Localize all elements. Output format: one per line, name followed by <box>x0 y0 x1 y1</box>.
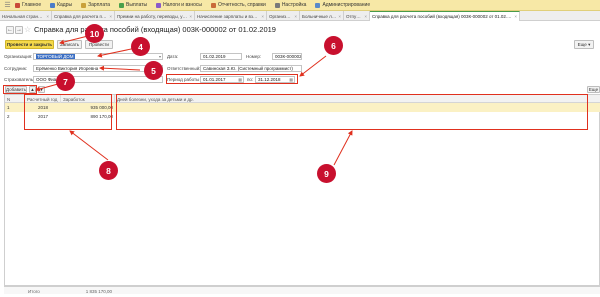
menu-item-icon <box>15 2 20 8</box>
page-title: Справка для расчета пособий (входящая) 0… <box>34 25 276 34</box>
earnings-columns-highlight-box <box>24 94 112 130</box>
annotation-badge-7: 7 <box>56 72 75 91</box>
tab[interactable]: Премии на работу, переводы, увольнения× <box>115 11 195 21</box>
annotation-badge-9: 9 <box>317 164 336 183</box>
menu-item-label: Кадры <box>57 2 73 8</box>
close-icon[interactable]: × <box>109 14 112 19</box>
add-button-highlight-box <box>3 85 37 94</box>
tab[interactable]: Больничные листы× <box>300 11 344 21</box>
tab[interactable]: Отпуска × <box>344 11 370 21</box>
tab[interactable]: Начальная страница × <box>0 11 52 21</box>
tab[interactable]: Начисление зарплаты и взносов × <box>195 11 267 21</box>
tab-label: Начальная страница <box>2 13 45 19</box>
table-more-button[interactable]: Еще <box>587 86 600 93</box>
tab-label: Справка для расчета пособий <box>54 13 107 19</box>
menu-item-icon <box>156 2 162 8</box>
menu-item-label: Отчетность, справки <box>218 2 266 8</box>
move-down-icon[interactable]: ▼ <box>38 86 45 93</box>
menu-item-label: Главное <box>22 2 42 8</box>
organization-label: Организация: <box>4 54 33 59</box>
close-icon[interactable]: × <box>338 14 341 19</box>
insurer-field[interactable]: ООО Фиалка <box>33 76 163 83</box>
more-label: Еще <box>577 42 587 47</box>
annotation-badge-8: 8 <box>99 161 118 180</box>
menu-item[interactable]: Зарплата <box>81 2 110 8</box>
menu-item[interactable]: Кадры <box>50 2 72 8</box>
menu-item-icon <box>119 2 125 8</box>
tab-label: Отпуска <box>346 13 363 19</box>
menu-grid-icon[interactable]: ☰ <box>3 1 12 10</box>
post-and-close-button[interactable]: Провести и закрыть <box>5 40 54 49</box>
annotation-badge-5: 5 <box>144 61 163 80</box>
menu-item[interactable]: Налоги и взносы <box>156 2 202 8</box>
tab-label: Организация <box>269 13 292 19</box>
close-icon[interactable]: × <box>261 14 264 19</box>
close-icon[interactable]: × <box>189 14 192 19</box>
date-label: Дата: <box>167 54 179 59</box>
close-icon[interactable]: × <box>364 14 367 19</box>
favorite-star-icon[interactable]: ☆ <box>24 25 31 34</box>
menu-item-label: Выплаты <box>126 2 148 8</box>
tab[interactable]: Справка для расчета пособий (входящая) 0… <box>370 11 520 21</box>
number-field[interactable]: 003К-000002 <box>272 53 302 60</box>
period-highlight-box <box>166 74 298 84</box>
tab-label: Премии на работу, переводы, увольнения <box>117 13 188 19</box>
menu-item-icon <box>315 2 321 8</box>
menu-item-icon <box>211 2 216 8</box>
close-icon[interactable]: × <box>294 14 297 19</box>
menu-item[interactable]: Администрирование <box>315 2 370 8</box>
menu-item[interactable]: Главное <box>15 2 41 8</box>
tab[interactable]: Справка для расчета пособий× <box>52 11 115 21</box>
menu-item[interactable]: Отчетность, справки <box>211 2 266 8</box>
menu-item[interactable]: Выплаты <box>119 2 147 8</box>
tab-label: Начисление зарплаты и взносов <box>197 13 260 19</box>
organization-value: ТОРГОВЫЙ ДОМ <box>36 54 75 59</box>
menu-item-icon <box>50 2 56 8</box>
tab-label: Больничные листы <box>302 13 337 19</box>
tab[interactable]: Организация× <box>267 11 300 21</box>
menu-item-icon <box>81 2 87 8</box>
footer-label: Итого <box>28 288 40 294</box>
table-footer: Итого 1 835 170,00 <box>4 286 600 294</box>
responsible-field[interactable]: Савинская З.Ю. (Системный программист) <box>200 65 302 72</box>
cell-n: 1 <box>7 105 10 110</box>
close-icon[interactable]: × <box>46 14 49 19</box>
dropdown-icon[interactable]: ▾ <box>159 54 161 59</box>
main-menu-bar: ☰ Главное Кадры Зарплата Выплаты Налоги и вз… <box>0 0 600 11</box>
menu-item-label: Налоги и взносы <box>163 2 202 8</box>
annotation-badge-6: 6 <box>324 36 343 55</box>
annotation-badge-4: 4 <box>131 37 150 56</box>
sick-days-column-highlight-box <box>116 94 588 130</box>
date-field[interactable]: 01.02.2019 <box>200 53 242 60</box>
menu-item-label: Настройка <box>281 2 307 8</box>
responsible-label: Ответственный: <box>167 66 201 71</box>
annotation-badge-10: 10 <box>85 24 104 43</box>
responsible-value: Савинская З.Ю. (Системный программист) <box>203 66 293 71</box>
col-n: N <box>5 95 25 103</box>
menu-item[interactable]: Настройка <box>274 2 307 8</box>
menu-item-label: Администрирование <box>322 2 371 8</box>
number-label: Номер: <box>246 54 262 59</box>
insurer-label: Страхователь: <box>4 77 35 82</box>
footer-total: 1 835 170,00 <box>85 288 112 294</box>
tab-label: Справка для расчета пособий (входящая) 0… <box>372 14 513 19</box>
forward-arrow-icon[interactable]: → <box>15 26 23 34</box>
open-tabs-bar: Начальная страница × Справка для расчета п… <box>0 11 600 21</box>
cell-n: 2 <box>7 114 10 119</box>
close-icon[interactable]: × <box>514 14 517 19</box>
more-button[interactable]: Еще ▾ <box>574 40 594 49</box>
employee-label: Сотрудник: <box>4 66 28 71</box>
menu-item-label: Зарплата <box>88 2 111 8</box>
employee-value: Ерёменко Виктория Игоревна <box>36 66 99 71</box>
save-button[interactable]: Записать <box>57 40 82 49</box>
menu-item-icon <box>274 2 280 8</box>
back-arrow-icon[interactable]: ← <box>6 26 14 34</box>
